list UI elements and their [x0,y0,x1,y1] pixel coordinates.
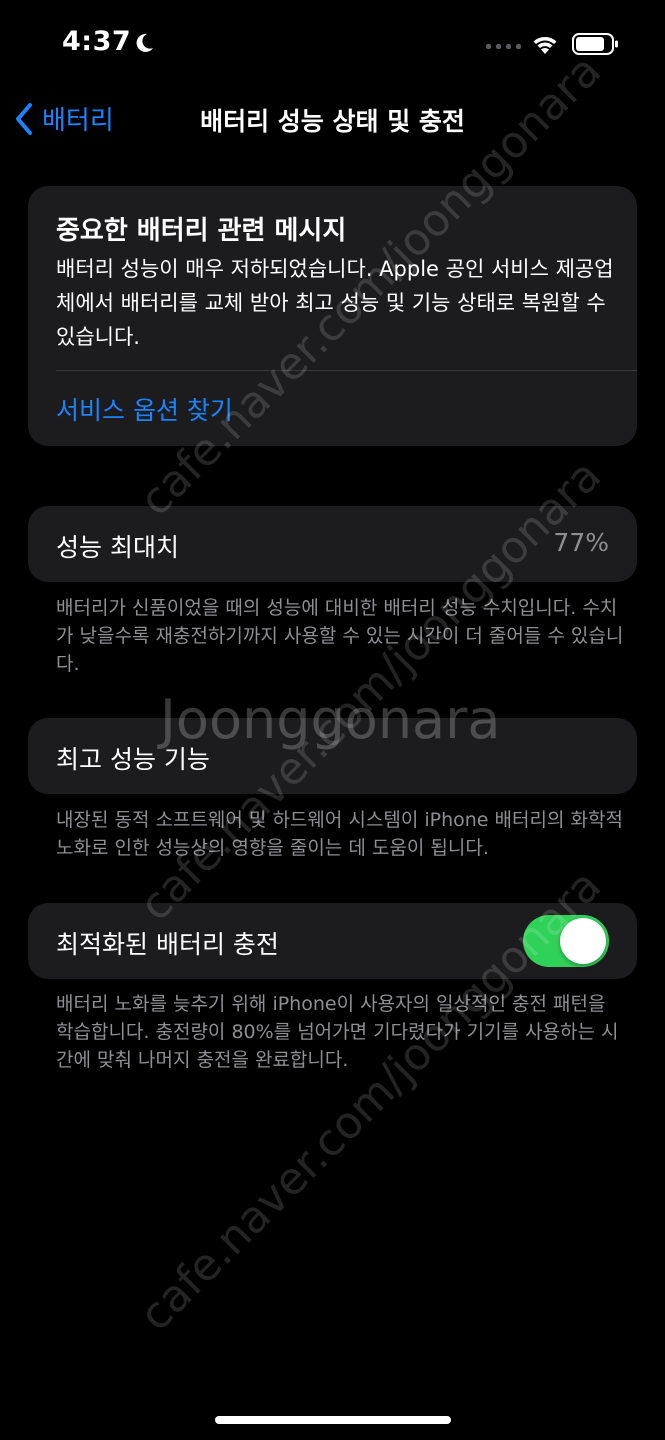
divider [56,370,637,371]
moon-icon [136,33,153,52]
home-indicator[interactable] [215,1416,451,1424]
wifi-icon [533,37,557,54]
signal-icon [486,44,521,49]
battery-message-card: 중요한 배터리 관련 메시지 배터리 성능이 매우 저하되었습니다. Apple… [28,186,637,446]
max-capacity-footnote: 배터리가 신품이었을 때의 성능에 대비한 배터리 성능 수치입니다. 수치가 … [56,597,624,675]
max-capacity-value: 77% [553,528,609,557]
message-body: 배터리 성능이 매우 저하되었습니다. Apple 공인 서비스 제공업체에서 … [56,257,614,349]
optimized-charging-footnote: 배터리 노화를 늦추기 위해 iPhone이 사용자의 일상적인 충전 패턴을 … [56,993,619,1071]
optimized-charging-toggle[interactable] [523,915,609,967]
max-capacity-row: 성능 최대치 77% [28,506,637,582]
peak-performance-row: 최고 성능 기능 [28,718,637,794]
max-capacity-label: 성능 최대치 [56,533,179,562]
status-time: 4:37 [62,26,132,57]
toggle-knob [560,918,606,964]
battery-icon [572,33,618,55]
peak-performance-label: 최고 성능 기능 [56,745,210,774]
message-title: 중요한 배터리 관련 메시지 [56,216,347,246]
page-title: 배터리 성능 상태 및 충전 [200,107,465,136]
service-options-link[interactable]: 서비스 옵션 찾기 [56,391,233,427]
optimized-charging-row: 최적화된 배터리 충전 [28,903,637,979]
optimized-charging-label: 최적화된 배터리 충전 [56,930,279,959]
peak-performance-footnote: 내장된 동적 소프트웨어 및 하드웨어 시스템이 iPhone 배터리의 화학적… [56,809,623,859]
